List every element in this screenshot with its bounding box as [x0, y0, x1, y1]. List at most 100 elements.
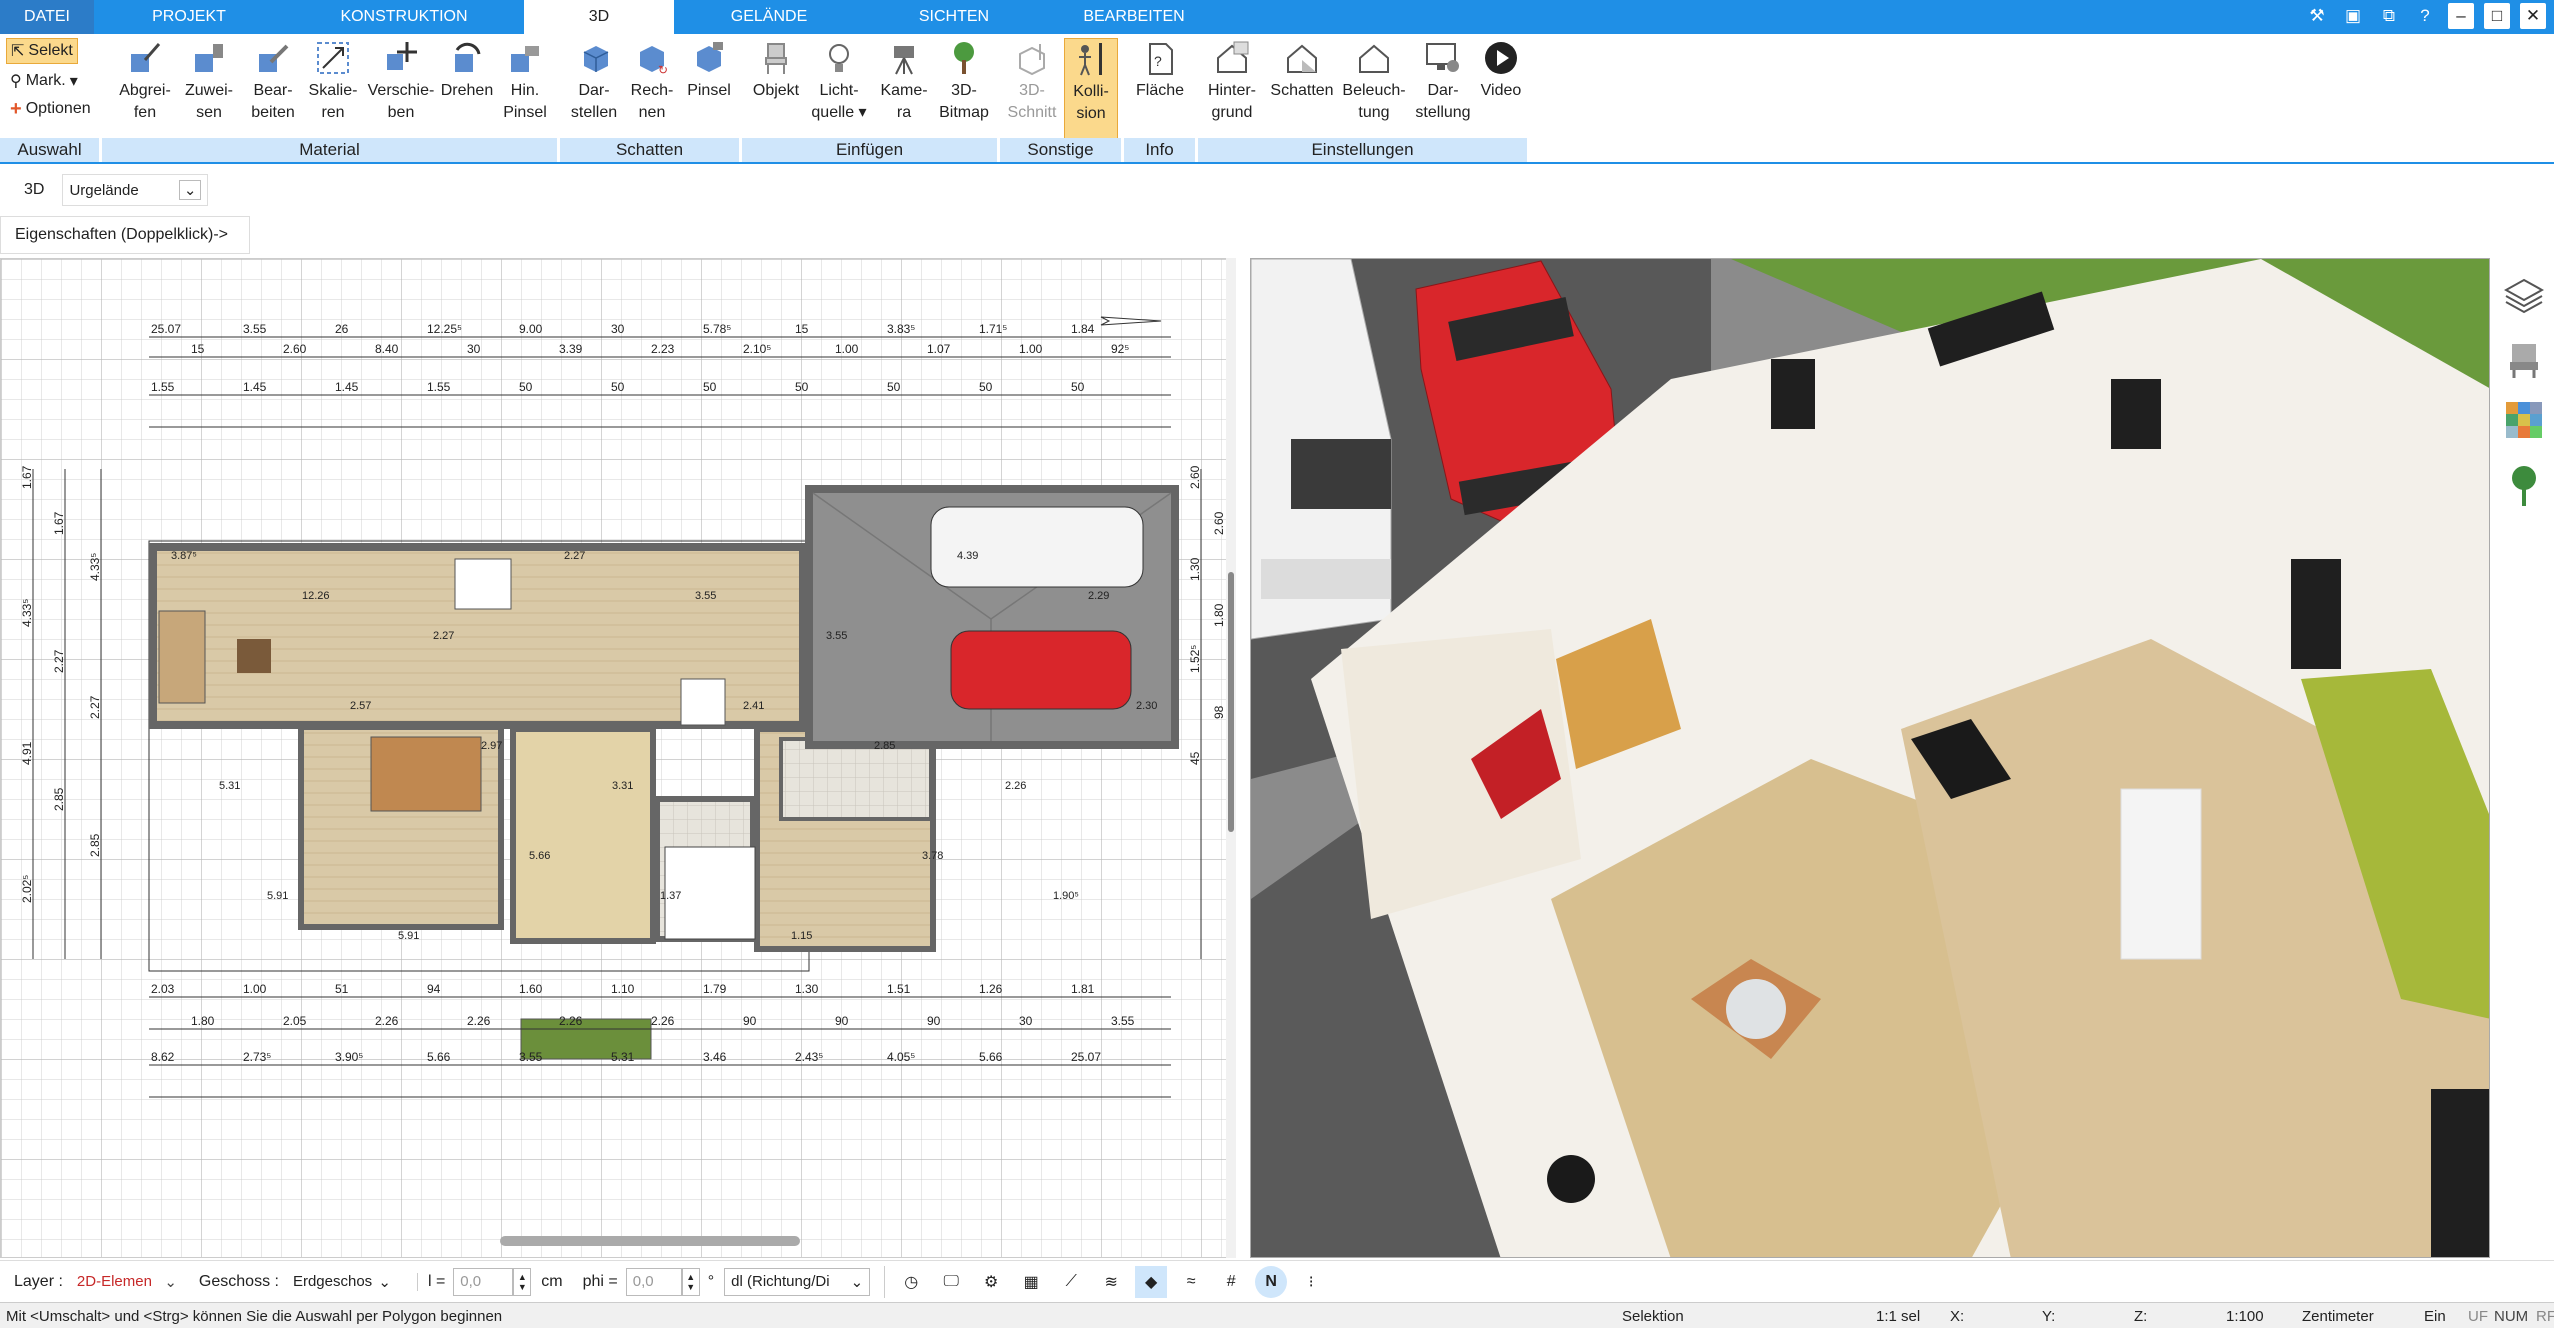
geschoss-select[interactable]: Erdgeschos ⌄ [286, 1267, 397, 1296]
beleuchtung-label: Beleuch- tung [1342, 82, 1406, 121]
direction-select[interactable]: dl (Richtung/Di ⌄ [724, 1267, 871, 1296]
cursor-icon: ⇱ [11, 43, 25, 60]
verschieben-button[interactable]: Verschie- ben [366, 38, 436, 134]
room-dimension-label: 5.91 [267, 890, 288, 902]
dimension-label: 2.27 [52, 649, 66, 673]
kamera-button[interactable]: Kame- ra [876, 38, 932, 134]
help-icon[interactable]: ? [2412, 3, 2438, 29]
maximize-icon[interactable]: □ [2484, 3, 2510, 29]
tab-3d[interactable]: 3D [524, 0, 674, 34]
room-dimension-label: 4.39 [957, 550, 978, 562]
3d-render-canvas[interactable] [1251, 259, 2490, 1258]
dimension-label: 1.60 [519, 982, 543, 996]
room-dimension-label: 3.78 [922, 850, 943, 862]
tab-datei[interactable]: DATEI [0, 0, 94, 34]
hintergrund-button[interactable]: Hinter- grund [1200, 38, 1264, 134]
tab-projekt[interactable]: PROJEKT [94, 0, 284, 34]
floor-plan-view[interactable]: 25.07 3.55 26 12.25⁵ 9.00 30 5.78⁵ 15 3.83⁵ 1.71⁵… [0, 258, 1232, 1258]
dimension-label: 2.60 [1188, 465, 1202, 489]
beleuchtung-button[interactable]: Beleuch- tung [1338, 38, 1410, 134]
more-icon[interactable]: ⁝ [1295, 1266, 1327, 1298]
mark-label: Mark. [25, 72, 66, 89]
dimension-label: 92⁵ [1111, 342, 1129, 356]
phi-input[interactable]: 0,0 [625, 1267, 682, 1296]
window-icon[interactable]: ▣ [2340, 3, 2366, 29]
plan-vertical-scroll-thumb[interactable] [1228, 572, 1234, 832]
dimension-label: 1.30 [1188, 557, 1202, 581]
l-spinner[interactable]: ▲ ▼ [513, 1267, 532, 1296]
tools-icon[interactable]: ⚒ [2304, 3, 2330, 29]
dimension-label: 2.43⁵ [795, 1050, 823, 1064]
layers-icon[interactable] [2503, 276, 2545, 321]
bearbeiten-button[interactable]: Bear- beiten [244, 38, 302, 134]
3d-schnitt-button[interactable]: 3D- Schnitt [1004, 38, 1060, 134]
schatten-einst-button[interactable]: Schatten [1266, 38, 1338, 134]
flaeche-button[interactable]: ? Fläche [1130, 38, 1190, 134]
zuweisen-button[interactable]: Zuwei- sen [180, 38, 238, 134]
floor-plan-canvas[interactable]: 25.07 3.55 26 12.25⁵ 9.00 30 5.78⁵ 15 3.83⁵ 1.71⁵… [1, 259, 1232, 1258]
lichtquelle-button[interactable]: Licht- quelle ▾ [806, 38, 872, 134]
dimension-label: 1.30 [795, 982, 819, 996]
restore-icon[interactable]: ⧉ [2376, 3, 2402, 29]
mark-button[interactable]: ⚲ Mark. ▾ [6, 68, 82, 94]
monitor-icon[interactable]: 🖵 [935, 1266, 967, 1298]
kollision-button[interactable]: Kolli- sion [1064, 38, 1118, 142]
l-input-value: 0,0 [460, 1273, 482, 1290]
3d-view[interactable] [1250, 258, 2490, 1258]
status-num: NUM [2494, 1308, 2529, 1325]
dimension-label: 2.85 [52, 787, 66, 811]
tab-bearbeiten[interactable]: BEARBEITEN [1044, 0, 1224, 34]
play-icon [1481, 38, 1521, 78]
abgreifen-button[interactable]: Abgrei- fen [116, 38, 174, 134]
chevron-down-icon: ⌄ [850, 1273, 864, 1291]
skalieren-button[interactable]: Skalie- ren [304, 38, 362, 134]
tab-sichten[interactable]: SICHTEN [864, 0, 1044, 34]
layer-dropdown[interactable]: Urgelände ⌄ [62, 174, 209, 206]
l-input[interactable]: 0,0 [453, 1267, 514, 1296]
objekt-button[interactable]: Objekt [748, 38, 804, 134]
drehen-button[interactable]: Drehen [440, 38, 494, 134]
clock-icon[interactable]: ◷ [895, 1266, 927, 1298]
schatten-pinsel-button[interactable]: Pinsel [682, 38, 736, 134]
darstellung-button[interactable]: Dar- stellung [1412, 38, 1474, 134]
layer-select[interactable]: 2D-Elemen ⌄ [70, 1267, 183, 1296]
texture-icon[interactable]: ≈ [1175, 1266, 1207, 1298]
tab-gelaende[interactable]: GELÄNDE [674, 0, 864, 34]
camera-icon[interactable]: ⚙ [975, 1266, 1007, 1298]
video-button[interactable]: Video [1476, 38, 1526, 134]
options-button[interactable]: + Optionen [6, 96, 95, 122]
object-icon[interactable]: ▦ [1015, 1266, 1047, 1298]
dimension-label: 50 [519, 380, 533, 394]
material-icon[interactable] [2506, 402, 2542, 443]
grid-icon[interactable]: # [1215, 1266, 1247, 1298]
chair-icon[interactable] [2506, 340, 2542, 385]
pattern-icon[interactable]: ≋ [1095, 1266, 1127, 1298]
dimension-label: 90 [927, 1014, 941, 1028]
phi-spinner[interactable]: ▲ ▼ [681, 1267, 700, 1296]
dimension-label: 1.00 [835, 342, 859, 356]
north-icon[interactable]: N [1255, 1265, 1288, 1298]
close-icon[interactable]: ✕ [2520, 3, 2546, 29]
dimension-label: 5.66 [979, 1050, 1003, 1064]
select-button[interactable]: ⇱ Selekt [6, 38, 78, 64]
darstellung-label: Dar- stellung [1415, 82, 1471, 121]
tab-konstruktion[interactable]: KONSTRUKTION [284, 0, 524, 34]
dimension-label: 1.79 [703, 982, 727, 996]
dimension-label: 3.39 [559, 342, 583, 356]
measure-icon[interactable]: ⟋ [1055, 1266, 1087, 1298]
plane-icon[interactable]: ◆ [1135, 1265, 1168, 1298]
status-hint: Mit <Umschalt> und <Strg> können Sie die… [6, 1308, 503, 1325]
minimize-icon[interactable]: – [2448, 3, 2474, 29]
group-label-material: Material [102, 138, 558, 162]
3d-bitmap-button[interactable]: 3D- Bitmap [934, 38, 994, 134]
plan-horizontal-scroll-thumb[interactable] [500, 1236, 800, 1246]
rechnen-button[interactable]: ↻ Rech- nen [624, 38, 680, 134]
hin-pinsel-button[interactable]: Hin. Pinsel [498, 38, 552, 134]
darstellen-button[interactable]: Dar- stellen [566, 38, 622, 134]
verschieben-label: Verschie- ben [367, 82, 435, 121]
status-sel: 1:1 sel [1876, 1308, 1921, 1325]
tree-icon[interactable] [2506, 464, 2542, 513]
group-auswahl: ⇱ Selekt ⚲ Mark. ▾ + Optionen Auswahl [0, 34, 100, 162]
properties-hint[interactable]: Eigenschaften (Doppelklick)-> [0, 216, 250, 254]
dimension-label: 1.55 [427, 380, 451, 394]
